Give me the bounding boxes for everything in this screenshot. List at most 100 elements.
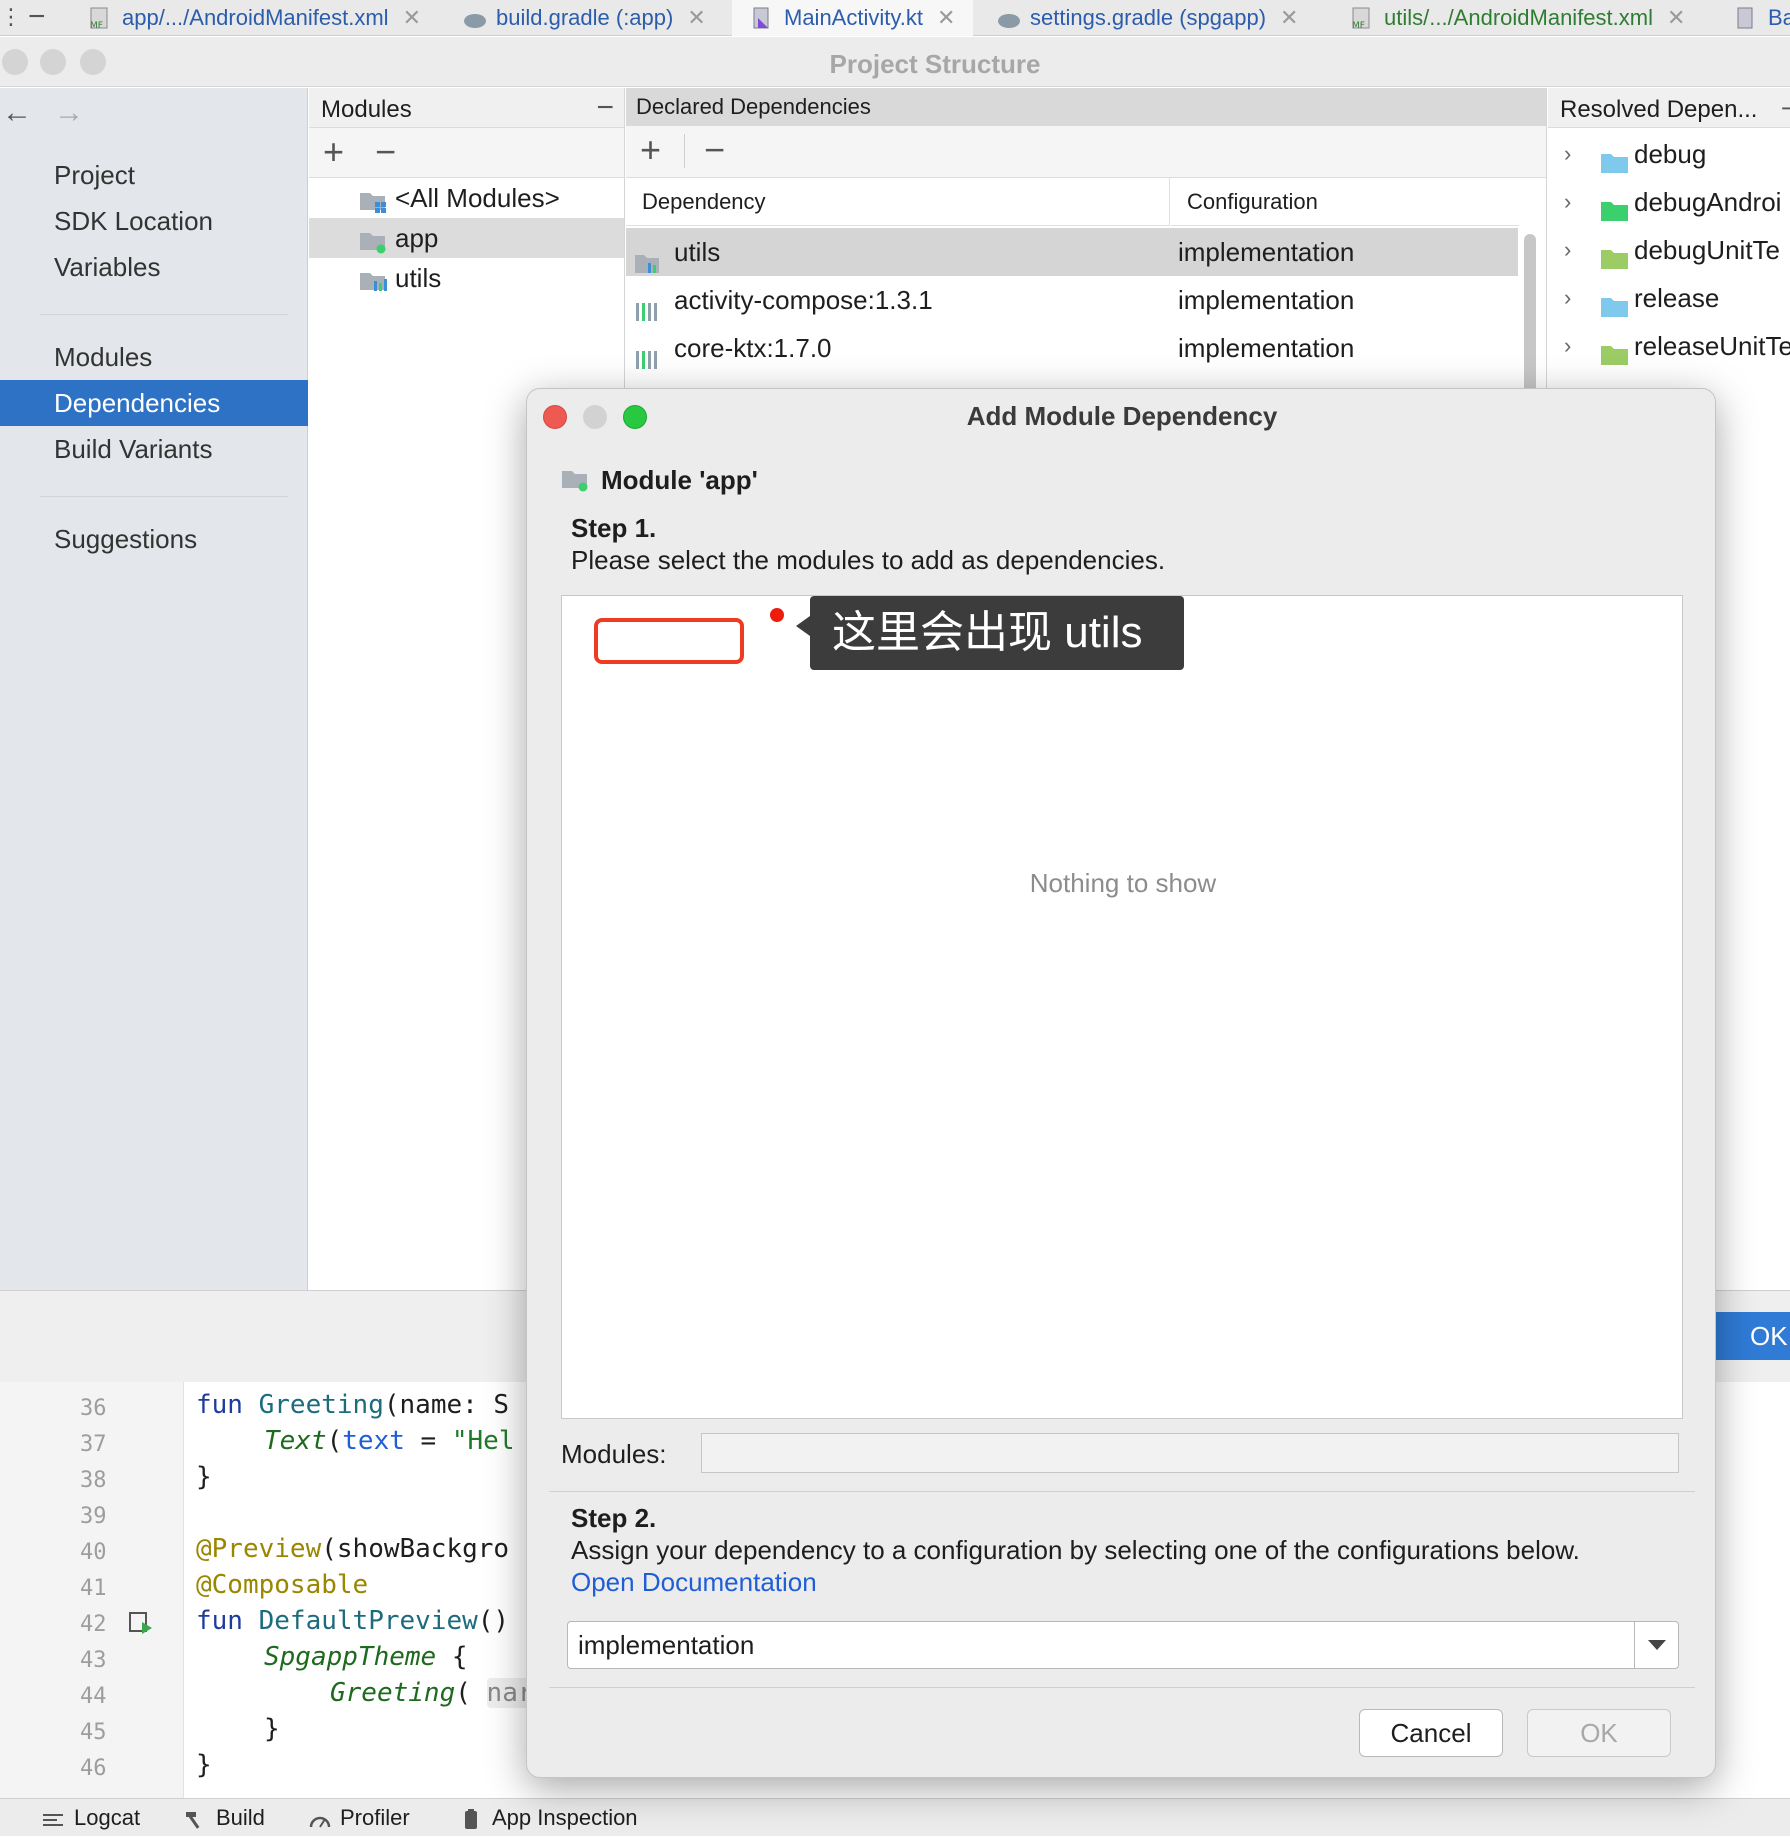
remove-module-icon[interactable]: −: [375, 132, 396, 172]
sidebar-item-dependencies[interactable]: Dependencies: [0, 380, 308, 426]
vertical-scrollbar[interactable]: [1524, 234, 1536, 394]
resolved-item-debug-android-test[interactable]: › debugAndroi: [1548, 178, 1790, 226]
close-icon[interactable]: ✕: [1280, 5, 1298, 31]
dependency-row[interactable]: core-ktx:1.7.0 implementation: [626, 324, 1518, 372]
code-line-45: }: [264, 1714, 280, 1744]
dependency-row[interactable]: utils implementation: [626, 228, 1518, 276]
tab-build-gradle[interactable]: build.gradle (:app) ✕: [462, 0, 706, 36]
add-module-icon[interactable]: +: [323, 132, 344, 172]
logcat-tool-button[interactable]: Logcat: [42, 1805, 140, 1831]
code-function: SpgappTheme: [264, 1642, 437, 1672]
dependency-row[interactable]: activity-compose:1.3.1 implementation: [626, 276, 1518, 324]
ok-button[interactable]: OK: [1527, 1709, 1671, 1757]
close-icon[interactable]: ✕: [937, 5, 955, 31]
annotation-dot: [770, 608, 784, 622]
code-line-36: fun Greeting(name: S: [196, 1390, 509, 1420]
tab-utils-manifest[interactable]: MF utils/.../AndroidManifest.xml ✕: [1350, 0, 1685, 36]
manifest-icon: MF: [1350, 6, 1374, 31]
line-number: 38: [80, 1468, 107, 1493]
sidebar-item-sdk-location[interactable]: SDK Location: [0, 198, 308, 244]
module-item-all[interactable]: <All Modules>: [309, 178, 624, 218]
module-item-app[interactable]: app: [309, 218, 624, 258]
hammer-icon: [184, 1809, 206, 1829]
code-string: "Hel: [451, 1426, 515, 1456]
code-line-42: fun DefaultPreview(): [196, 1606, 509, 1636]
dependency-configuration: implementation: [1178, 237, 1355, 267]
module-item-utils[interactable]: utils: [309, 258, 624, 298]
folder-icon: [1600, 334, 1628, 365]
library-module-icon: [359, 266, 387, 291]
library-icon: [634, 338, 662, 369]
cancel-button[interactable]: Cancel: [1359, 1709, 1503, 1757]
chevron-right-icon: ›: [1564, 237, 1572, 262]
column-header-dependency[interactable]: Dependency: [626, 178, 1170, 226]
remove-dependency-icon[interactable]: −: [704, 130, 725, 170]
android-module-icon: [561, 467, 591, 498]
resolved-item-label: debugAndroi: [1634, 187, 1782, 217]
tab-mainactivity[interactable]: MainActivity.kt ✕: [732, 0, 974, 36]
resolved-item-release[interactable]: › release: [1548, 274, 1790, 322]
collapse-icon[interactable]: −: [596, 86, 614, 130]
column-header-configuration[interactable]: Configuration: [1171, 178, 1519, 226]
tab-label: settings.gradle (spgapp): [1030, 5, 1267, 30]
close-icon[interactable]: ✕: [403, 5, 421, 31]
resolved-item-debug-unit-test[interactable]: › debugUnitTe: [1548, 226, 1790, 274]
tab-label: utils/.../AndroidManifest.xml: [1384, 5, 1653, 30]
sidebar-item-build-variants[interactable]: Build Variants: [0, 426, 308, 472]
module-name-label: Module 'app': [601, 465, 758, 495]
module-dependency-icon: [634, 242, 662, 273]
step1-description: Please select the modules to add as depe…: [571, 545, 1166, 575]
tool-label: Build: [216, 1805, 265, 1830]
modules-header: Modules −: [309, 88, 624, 128]
tab-settings-gradle[interactable]: settings.gradle (spgapp) ✕: [996, 0, 1298, 36]
configuration-select[interactable]: implementation: [567, 1621, 1679, 1669]
sidebar-item-modules[interactable]: Modules: [0, 334, 308, 380]
code-line-43: SpgappTheme {: [264, 1642, 468, 1672]
project-structure-ok-button[interactable]: OK: [1716, 1312, 1790, 1360]
module-label: utils: [395, 263, 442, 293]
close-icon[interactable]: ✕: [687, 5, 705, 31]
build-tool-button[interactable]: Build: [184, 1805, 265, 1831]
sidebar-item-suggestions[interactable]: Suggestions: [0, 516, 308, 562]
resolved-header-label: Resolved Depen...: [1560, 96, 1758, 123]
tab-label: MainActivity.kt: [784, 5, 923, 30]
tool-label: App Inspection: [492, 1805, 638, 1830]
dependencies-toolbar: + −: [626, 126, 1546, 178]
dialog-title: Add Module Dependency: [966, 401, 1278, 431]
chevron-right-icon: ›: [1564, 285, 1572, 310]
step2-title: Step 2.: [571, 1503, 657, 1533]
resolved-item-release-unit-test[interactable]: › releaseUnitTe: [1548, 322, 1790, 370]
back-arrow-icon[interactable]: ←: [2, 96, 32, 130]
line-number: 45: [80, 1720, 107, 1745]
resolved-item-debug[interactable]: › debug: [1548, 130, 1790, 178]
sidebar-item-variables[interactable]: Variables: [0, 244, 308, 290]
profiler-tool-button[interactable]: Profiler: [308, 1805, 410, 1831]
line-number: 42: [80, 1612, 107, 1637]
line-number: 41: [80, 1576, 107, 1601]
code-text: (showBackgro: [321, 1534, 510, 1564]
sidebar-item-project[interactable]: Project: [0, 152, 308, 198]
gradle-icon: [462, 6, 486, 30]
sidebar-divider: [40, 314, 288, 315]
code-function: Greeting: [330, 1678, 456, 1708]
code-line-44: Greeting( nar: [330, 1678, 534, 1708]
close-icon[interactable]: ✕: [1667, 5, 1685, 31]
dependency-name: activity-compose:1.3.1: [674, 285, 933, 315]
app-inspection-tool-button[interactable]: App Inspection: [460, 1805, 638, 1831]
resolved-item-label: debug: [1634, 139, 1707, 169]
add-dependency-icon[interactable]: +: [640, 130, 661, 170]
dependency-configuration: implementation: [1178, 285, 1355, 315]
minimize-tabs-icon[interactable]: −: [28, 0, 46, 34]
module-selection-list[interactable]: 这里会出现 utils Nothing to show: [561, 595, 1683, 1419]
tab-overflow-icon[interactable]: ⋮: [0, 4, 22, 30]
open-documentation-link[interactable]: Open Documentation: [571, 1567, 817, 1598]
forward-arrow-icon[interactable]: →: [54, 96, 84, 130]
modules-label: Modules:: [561, 1439, 667, 1469]
chevron-down-icon[interactable]: [1634, 1622, 1678, 1668]
tab-app-manifest[interactable]: MF app/.../AndroidManifest.xml ✕: [88, 0, 421, 36]
collapse-icon[interactable]: −: [1781, 86, 1790, 130]
code-function: DefaultPreview: [258, 1606, 478, 1636]
code-text: =: [404, 1426, 452, 1456]
run-preview-icon[interactable]: [128, 1610, 154, 1641]
tab-partial[interactable]: Ba: [1734, 0, 1790, 36]
